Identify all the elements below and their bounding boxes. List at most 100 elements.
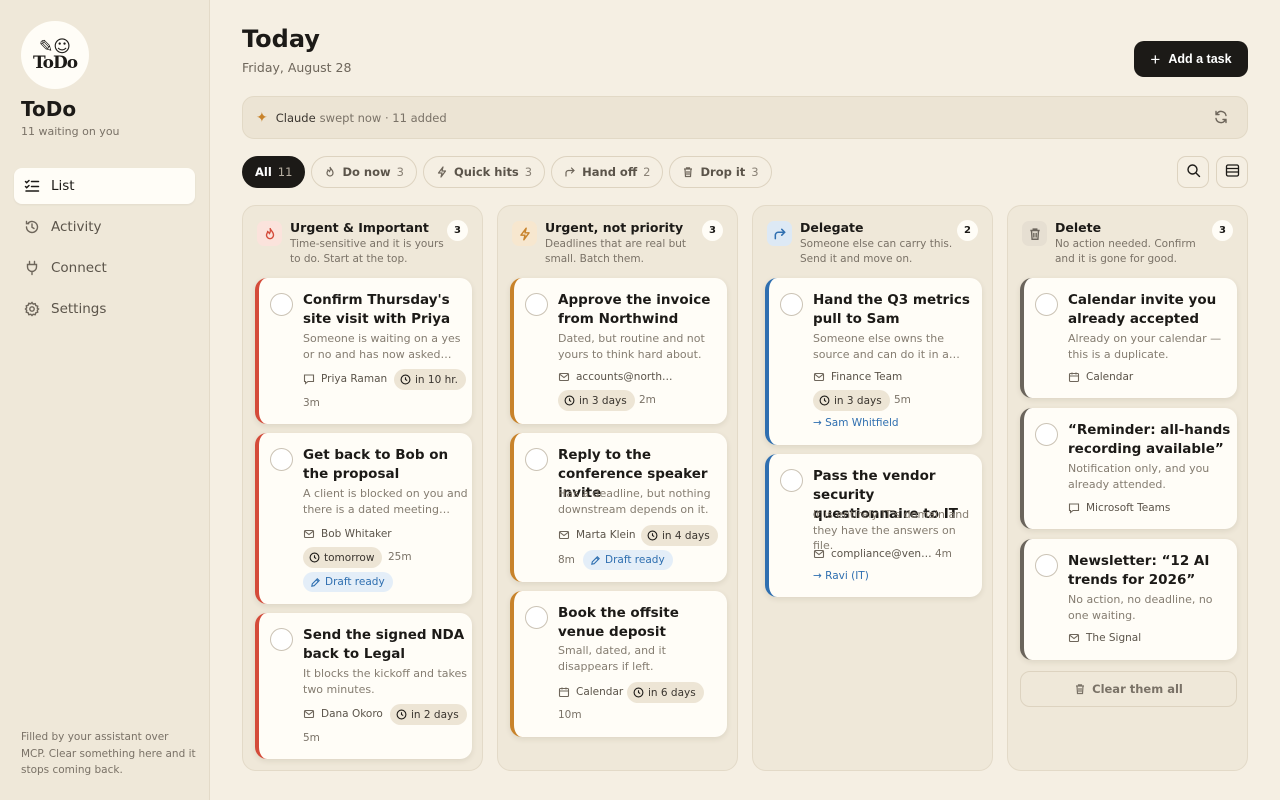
sidebar-nav: List Activity Connect Settings: [14, 168, 195, 332]
sidebar-item-connect[interactable]: Connect: [14, 250, 195, 286]
clock-icon: [819, 395, 830, 406]
task-source: The Signal: [1068, 632, 1141, 644]
column-count: 3: [447, 220, 468, 241]
task-card[interactable]: Send the signed NDA back to Legal It blo…: [255, 613, 472, 759]
banner-assistant-name: Claude: [275, 110, 316, 125]
filter-label: All: [255, 165, 272, 179]
app-subtitle: 11 waiting on you: [21, 125, 120, 138]
task-card[interactable]: Hand the Q3 metrics pull to Sam Someone …: [765, 278, 982, 445]
add-task-button[interactable]: + Add a task: [1134, 41, 1248, 77]
task-checkbox[interactable]: [1035, 554, 1058, 577]
plug-icon: [24, 260, 40, 276]
plus-icon: +: [1150, 49, 1161, 69]
task-checkbox[interactable]: [525, 448, 548, 471]
task-title: Hand the Q3 metrics pull to Sam: [813, 292, 970, 327]
view-toggle-button[interactable]: [1216, 156, 1248, 188]
draft-label: Draft ready: [325, 576, 385, 588]
sidebar-item-settings[interactable]: Settings: [14, 291, 195, 327]
task-description: It blocks the kickoff and takes two minu…: [303, 667, 467, 696]
due-label: in 3 days: [834, 394, 882, 407]
filter-do-now[interactable]: Do now 3: [311, 156, 417, 188]
task-checkbox[interactable]: [780, 469, 803, 492]
sidebar-item-label: Connect: [51, 260, 107, 276]
column-header: Delegate Someone else can carry this. Se…: [767, 219, 978, 267]
task-checkbox[interactable]: [270, 448, 293, 471]
task-title: Approve the invoice from Northwind: [558, 292, 711, 327]
task-checkbox[interactable]: [1035, 293, 1058, 316]
due-badge: in 3 days: [558, 390, 635, 411]
task-card[interactable]: Get back to Bob on the proposal A client…: [255, 433, 472, 604]
task-card[interactable]: Reply to the conference speaker invite H…: [510, 433, 727, 582]
task-card[interactable]: Book the offsite venue deposit Small, da…: [510, 591, 727, 737]
task-source-label: Marta Klein: [576, 529, 636, 541]
pencil-icon: [591, 555, 600, 565]
mail-icon: [813, 549, 825, 559]
task-card[interactable]: Confirm Thursday's site visit with Priya…: [255, 278, 472, 424]
mail-icon: [813, 372, 825, 382]
task-description: It is entirely IT's domain and they have…: [813, 508, 970, 552]
draft-ready-badge[interactable]: Draft ready: [303, 572, 393, 592]
task-checkbox[interactable]: [525, 293, 548, 316]
task-source-label: Dana Okoro: [321, 708, 383, 720]
task-card[interactable]: Newsletter: “12 AI trends for 2026” No a…: [1020, 539, 1237, 660]
chat-icon: [1068, 503, 1080, 514]
time-estimate: 10m: [558, 709, 582, 721]
column-urgent-not-priority: Urgent, not priority Deadlines that are …: [497, 205, 738, 771]
sidebar-item-list[interactable]: List: [14, 168, 195, 204]
filter-all[interactable]: All 11: [242, 156, 306, 188]
sidebar-item-activity[interactable]: Activity: [14, 209, 195, 245]
task-source-label: Bob Whitaker: [321, 528, 392, 540]
task-source-label: compliance@ven…: [831, 548, 932, 560]
clear-all-button[interactable]: Clear them all: [1020, 671, 1237, 707]
task-checkbox[interactable]: [1035, 423, 1058, 446]
trash-icon: [1076, 684, 1085, 695]
task-checkbox[interactable]: [780, 293, 803, 316]
task-card[interactable]: Pass the vendor security questionnaire t…: [765, 454, 982, 597]
task-source: Microsoft Teams: [1068, 502, 1170, 514]
filter-quick-hits[interactable]: Quick hits 3: [422, 156, 546, 188]
calendar-icon: [558, 687, 570, 698]
column-count: 3: [1212, 220, 1233, 241]
task-card[interactable]: Calendar invite you already accepted Alr…: [1020, 278, 1237, 398]
sidebar: ✎☺ ToDo ToDo 11 waiting on you List Acti…: [0, 0, 210, 800]
time-estimate: 5m: [894, 394, 911, 406]
task-checkbox[interactable]: [525, 606, 548, 629]
sparkle-icon: ✦: [256, 109, 268, 126]
column-description: Someone else can carry this. Send it and…: [800, 238, 953, 265]
due-badge: in 3 days: [813, 390, 890, 411]
task-title: Send the signed NDA back to Legal: [303, 627, 465, 662]
filter-hand-off[interactable]: Hand off 2: [551, 156, 664, 188]
clock-icon: [647, 530, 658, 541]
mail-icon: [303, 529, 315, 539]
sidebar-item-label: Settings: [51, 301, 107, 317]
logo-text: ToDo: [32, 53, 78, 73]
assignee-link[interactable]: → Sam Whitfield: [813, 417, 899, 429]
assignee-link[interactable]: → Ravi (IT): [813, 570, 869, 582]
column-description: Time-sensitive and it is yours to do. St…: [290, 238, 444, 265]
task-description: Someone else owns the source and can do …: [813, 332, 960, 361]
draft-ready-badge[interactable]: Draft ready: [583, 550, 673, 570]
task-card[interactable]: Approve the invoice from Northwind Dated…: [510, 278, 727, 424]
search-button[interactable]: [1177, 156, 1209, 188]
gear-icon: [24, 301, 40, 317]
task-source: Dana Okoro: [303, 708, 383, 720]
column-count: 2: [957, 220, 978, 241]
column-description: No action needed. Confirm and it is gone…: [1055, 238, 1196, 265]
clock-icon: [309, 552, 320, 563]
task-card[interactable]: “Reminder: all-hands recording available…: [1020, 408, 1237, 529]
filter-drop-it[interactable]: Drop it 3: [669, 156, 772, 188]
task-source: Finance Team: [813, 371, 902, 383]
filter-count: 11: [277, 165, 293, 179]
chat-icon: [303, 374, 315, 385]
bolt-icon: [512, 221, 537, 246]
column-count: 3: [702, 220, 723, 241]
task-checkbox[interactable]: [270, 628, 293, 651]
task-checkbox[interactable]: [270, 293, 293, 316]
app-logo: ✎☺ ToDo: [21, 21, 89, 89]
column-title: Urgent, not priority: [545, 220, 684, 235]
filter-bar: All 11 Do now 3 Quick hits 3 Hand off 2 …: [242, 156, 772, 188]
time-estimate: 5m: [303, 732, 320, 744]
task-description: Notification only, and you already atten…: [1068, 462, 1210, 491]
task-title: Get back to Bob on the proposal: [303, 447, 449, 482]
refresh-icon[interactable]: [1213, 109, 1229, 125]
